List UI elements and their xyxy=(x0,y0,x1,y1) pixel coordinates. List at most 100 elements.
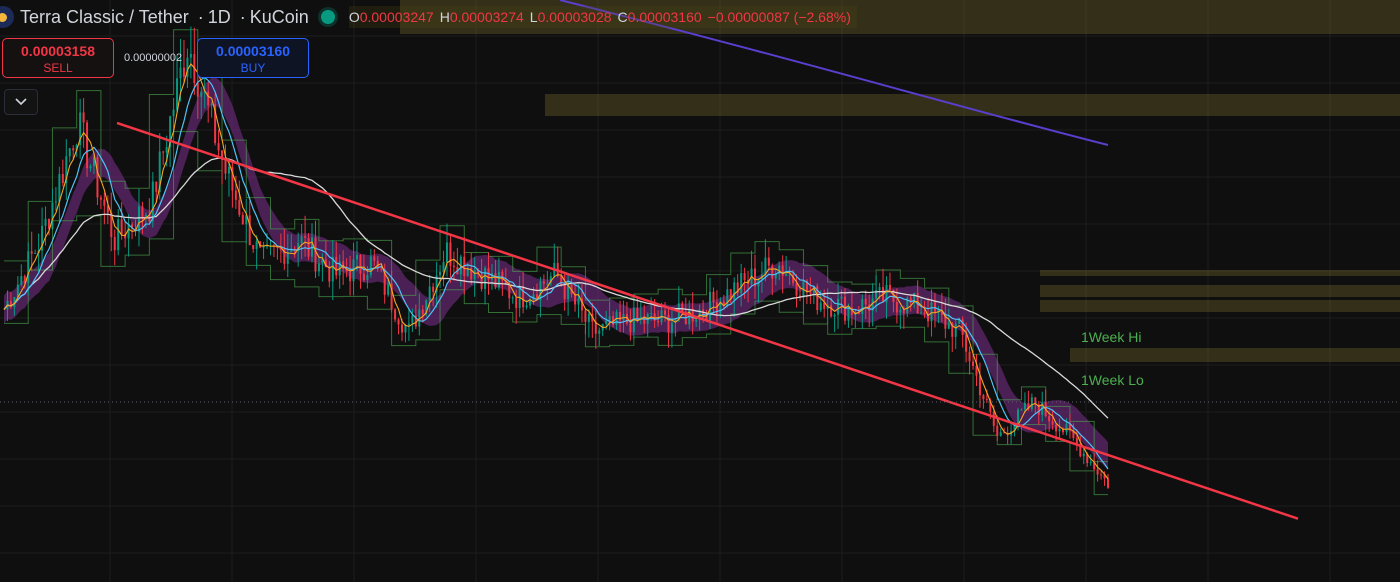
candle-body xyxy=(497,271,500,288)
candle-body xyxy=(1096,469,1099,475)
candle-body xyxy=(304,236,307,238)
candle-body xyxy=(404,325,407,333)
candle-body xyxy=(1051,421,1054,425)
candle-body xyxy=(1048,416,1051,422)
candle-body xyxy=(328,267,331,282)
candle-body xyxy=(182,67,185,77)
candle-body xyxy=(196,83,199,97)
candle-body xyxy=(432,286,435,292)
candle-body xyxy=(442,262,445,272)
candle-body xyxy=(664,310,667,315)
symbol-title[interactable]: Terra Classic / Tether · 1D · KuCoin xyxy=(20,7,309,28)
buy-label: BUY xyxy=(240,61,266,75)
candle-body xyxy=(172,109,175,117)
candle-body xyxy=(985,399,988,401)
candle-body xyxy=(920,312,923,314)
candle-body xyxy=(781,265,784,277)
candle-body xyxy=(1107,478,1109,488)
candle-body xyxy=(141,206,144,219)
candle-body xyxy=(234,190,237,200)
candle-body xyxy=(224,160,227,174)
zone-rect xyxy=(545,94,1400,116)
candle-body xyxy=(238,199,241,215)
candle-body xyxy=(317,263,320,272)
candle-body xyxy=(819,302,822,311)
candle-body xyxy=(58,174,61,202)
candle-body xyxy=(619,311,622,321)
moving-average-lines xyxy=(3,0,1109,480)
candle-body xyxy=(1017,409,1020,424)
candle-body xyxy=(490,273,493,280)
candle-body xyxy=(494,273,497,288)
candle-body xyxy=(397,319,400,325)
price-chart[interactable] xyxy=(0,0,1400,582)
candle-body xyxy=(176,78,179,110)
candle-body xyxy=(522,286,525,308)
candle-body xyxy=(629,323,632,333)
candle-body xyxy=(207,91,210,106)
price-change: −0.00000087 (−2.68%) xyxy=(707,9,851,25)
candle-body xyxy=(210,104,213,106)
candle-body xyxy=(670,322,673,333)
candle-body xyxy=(400,324,403,333)
candle-body xyxy=(972,361,975,366)
candle-body xyxy=(380,268,383,270)
candle-body xyxy=(830,305,833,317)
candle-body xyxy=(27,251,30,283)
candle-body xyxy=(473,270,476,280)
candle-body xyxy=(54,201,57,203)
candle-body xyxy=(982,395,985,400)
candle-body xyxy=(89,166,92,169)
sell-button[interactable]: 0.00003158 SELL xyxy=(2,38,114,78)
candle-body xyxy=(837,298,840,315)
candle-body xyxy=(1058,428,1061,432)
zone-rect xyxy=(1070,348,1400,362)
candle-body xyxy=(137,206,140,232)
candle-body xyxy=(411,315,414,324)
candle-body xyxy=(605,320,608,325)
candle-body xyxy=(421,309,424,315)
candle-body xyxy=(356,254,359,260)
collapse-button[interactable] xyxy=(4,89,38,115)
week-lo-label: 1Week Lo xyxy=(1081,372,1144,388)
candle-body xyxy=(99,197,102,200)
candle-body xyxy=(709,291,712,321)
candle-body xyxy=(61,174,64,184)
candle-body xyxy=(252,245,255,249)
candle-body xyxy=(508,284,511,299)
buy-button[interactable]: 0.00003160 BUY xyxy=(197,38,309,78)
candle-body xyxy=(51,202,54,229)
candle-body xyxy=(227,167,230,174)
candle-body xyxy=(999,432,1002,436)
candle-body xyxy=(1055,424,1058,432)
candle-body xyxy=(864,298,867,305)
candle-body xyxy=(608,316,611,321)
chart-header: Terra Classic / Tether · 1D · KuCoin O0.00… xyxy=(0,0,1400,34)
candle-body xyxy=(72,148,75,151)
candle-body xyxy=(82,112,85,123)
candle-body xyxy=(262,246,265,248)
candle-body xyxy=(373,256,376,261)
candle-body xyxy=(574,294,577,305)
candle-body xyxy=(968,351,971,362)
candle-body xyxy=(515,297,518,308)
candle-body xyxy=(44,218,47,226)
candle-body xyxy=(452,265,455,268)
candle-body xyxy=(809,292,812,294)
market-status-dot-icon[interactable] xyxy=(320,10,335,24)
candle-body xyxy=(563,284,566,300)
candle-body xyxy=(587,313,590,322)
candle-body xyxy=(878,287,881,291)
candle-body xyxy=(307,237,310,257)
candle-body xyxy=(359,254,362,274)
candle-body xyxy=(923,312,926,315)
candle-body xyxy=(695,319,698,322)
zone-rect xyxy=(1040,270,1400,276)
candle-body xyxy=(369,256,372,275)
candle-body xyxy=(657,320,660,323)
candle-body xyxy=(151,181,154,222)
candle-body xyxy=(785,274,788,277)
candle-body xyxy=(189,53,192,58)
candle-body xyxy=(636,308,639,320)
candle-body xyxy=(445,242,448,263)
